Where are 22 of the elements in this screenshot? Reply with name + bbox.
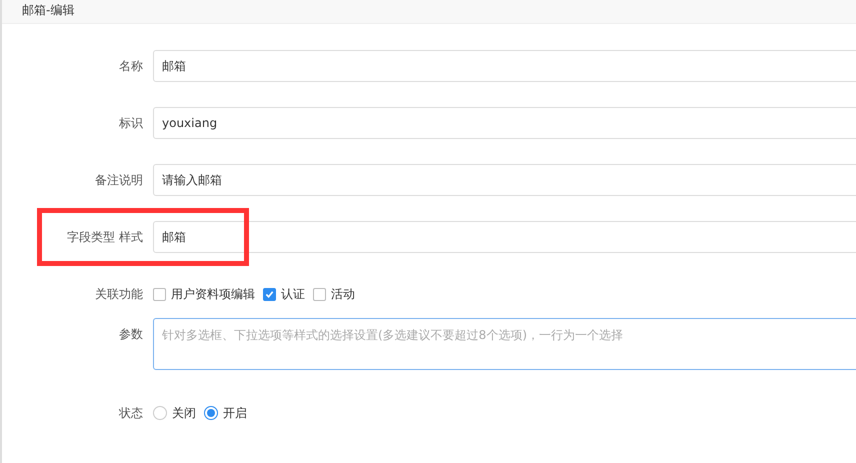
checkbox[interactable] [313, 288, 326, 300]
checkbox[interactable] [263, 288, 276, 300]
dialog-title: 邮箱-编辑 [22, 2, 74, 19]
checkbox-option[interactable]: 活动 [313, 286, 355, 302]
text-field[interactable]: 请输入邮箱 [153, 164, 856, 196]
field-label: 参数 [118, 326, 143, 343]
text-field[interactable]: 邮箱 [153, 221, 856, 253]
field-label: 字段类型 样式 [66, 228, 143, 246]
field-label: 备注说明 [94, 172, 143, 188]
field-label: 名称 [118, 58, 143, 74]
radio-button[interactable] [204, 406, 218, 420]
checkbox[interactable] [153, 288, 166, 300]
checkbox-option[interactable]: 用户资料项编辑 [153, 286, 255, 302]
field-label: 标识 [118, 114, 143, 132]
radio-option[interactable]: 开启 [204, 404, 247, 422]
radio-option[interactable]: 关闭 [153, 404, 196, 422]
text-field[interactable]: youxiang [153, 107, 856, 139]
field-label: 关联功能 [94, 286, 143, 302]
checkbox-option[interactable]: 认证 [263, 286, 305, 302]
text-field[interactable]: 邮箱 [153, 50, 856, 82]
radio-button[interactable] [153, 406, 167, 420]
field-label: 状态 [118, 404, 143, 422]
